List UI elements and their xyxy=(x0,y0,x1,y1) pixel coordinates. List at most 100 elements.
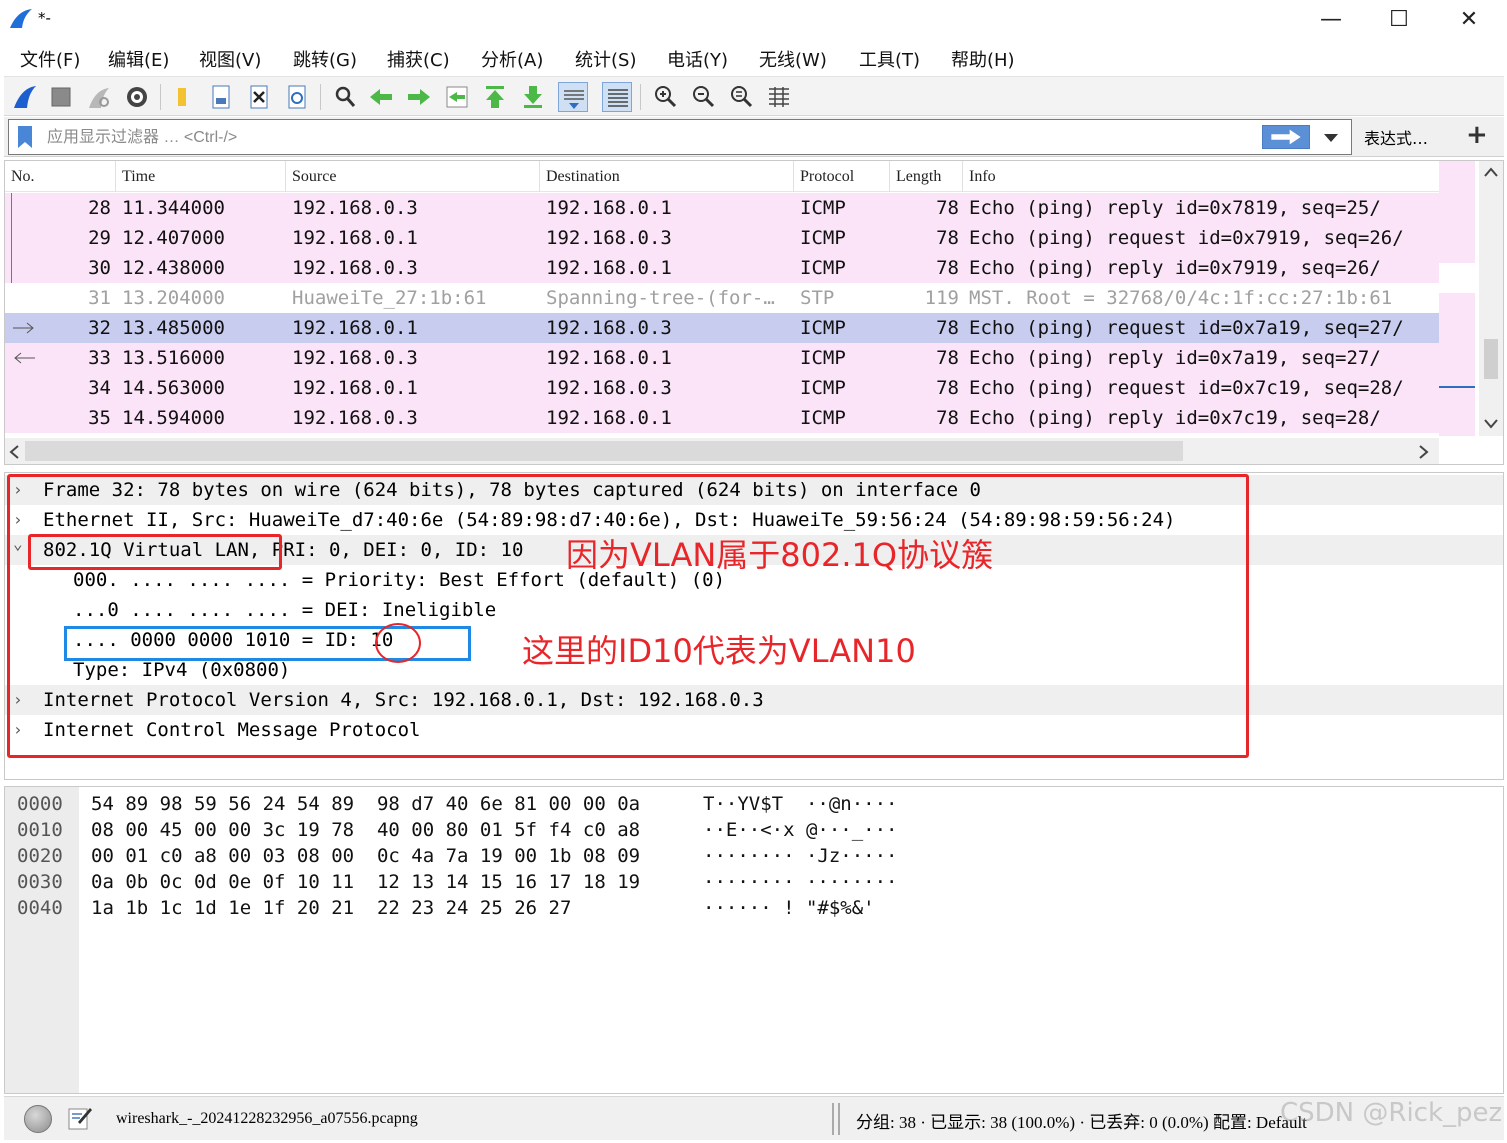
related-packet-line-icon xyxy=(11,283,37,313)
cell-protocol: ICMP xyxy=(800,377,846,399)
byte-hex[interactable]: 54 89 98 59 56 24 54 89 98 d7 40 6e 81 0… xyxy=(91,791,640,817)
menu-wireless[interactable]: 无线(W) xyxy=(759,46,827,72)
status-bar: wireshark_-_20241228232956_a07556.pcapng… xyxy=(4,1096,1504,1140)
cell-protocol: ICMP xyxy=(800,407,846,429)
table-row[interactable]: 35 14.594000 192.168.0.3 192.168.0.1 ICMP 78 E… xyxy=(5,403,1439,433)
stop-square-icon[interactable] xyxy=(46,82,76,112)
reload-file-icon[interactable] xyxy=(282,82,312,112)
expert-info-led-icon[interactable] xyxy=(24,1105,52,1133)
colorize-icon[interactable] xyxy=(602,82,632,112)
cell-source: 192.168.0.1 xyxy=(292,377,418,399)
column-header-source[interactable]: Source xyxy=(292,168,336,186)
autoscroll-icon[interactable] xyxy=(558,82,588,112)
packet-counts: 分组: 38 · 已显示: 38 (100.0%) · 已丢弃: 0 (0.0%… xyxy=(856,1113,1307,1132)
maximize-button[interactable]: ☐ xyxy=(1376,6,1422,36)
go-to-packet-icon[interactable] xyxy=(442,82,472,112)
annotation-vlan-red-box xyxy=(28,534,282,570)
scroll-right-icon[interactable] xyxy=(1419,445,1429,459)
menu-tools[interactable]: 工具(T) xyxy=(859,46,920,72)
column-header-time[interactable]: Time xyxy=(122,168,155,186)
cell-time: 12.407000 xyxy=(122,227,225,249)
vertical-scroll-thumb[interactable] xyxy=(1484,339,1498,379)
scroll-up-icon[interactable] xyxy=(1484,167,1498,177)
zoom-in-icon[interactable] xyxy=(650,82,680,112)
right-arrow-icon xyxy=(1271,129,1301,145)
column-header-protocol[interactable]: Protocol xyxy=(800,168,854,186)
table-row[interactable]: 30 12.438000 192.168.0.3 192.168.0.1 ICMP 78 E… xyxy=(5,253,1439,283)
cell-protocol: ICMP xyxy=(800,257,846,279)
cell-destination: 192.168.0.3 xyxy=(546,227,672,249)
display-filter-input[interactable] xyxy=(47,125,1247,151)
expression-button[interactable]: 表达式… xyxy=(1364,125,1428,149)
packet-list-vertical-scrollbar[interactable] xyxy=(1479,161,1503,436)
chevron-down-icon[interactable] xyxy=(1321,128,1341,148)
add-filter-button[interactable]: + xyxy=(1466,121,1488,149)
byte-hex[interactable]: 00 01 c0 a8 00 03 08 00 0c 4a 7a 19 00 1… xyxy=(91,843,640,869)
cell-no: 35 xyxy=(88,407,111,429)
byte-ascii[interactable]: ········ ········ xyxy=(703,869,897,895)
table-row[interactable]: 28 11.344000 192.168.0.3 192.168.0.1 ICMP 78 E… xyxy=(5,193,1439,223)
close-file-icon[interactable] xyxy=(244,82,274,112)
find-magnifier-icon[interactable] xyxy=(330,82,360,112)
scroll-down-icon[interactable] xyxy=(1484,419,1498,429)
go-last-packet-icon[interactable] xyxy=(518,82,548,112)
related-packet-line-icon xyxy=(11,313,37,343)
packet-list-horizontal-scrollbar[interactable] xyxy=(5,438,1439,464)
menu-edit[interactable]: 编辑(E) xyxy=(108,46,169,72)
go-forward-arrow-icon[interactable] xyxy=(404,82,434,112)
table-row[interactable]: 29 12.407000 192.168.0.1 192.168.0.3 ICMP 78 E… xyxy=(5,223,1439,253)
menu-go[interactable]: 跳转(G) xyxy=(293,46,357,72)
table-row[interactable]: 31 13.204000 HuaweiTe_27:1b:61 Spanning-tre… xyxy=(5,283,1439,313)
byte-ascii[interactable]: T··YV$T ··@n···· xyxy=(703,791,897,817)
zoom-out-icon[interactable] xyxy=(688,82,718,112)
menu-view[interactable]: 视图(V) xyxy=(199,46,261,72)
related-packet-line-icon xyxy=(11,403,37,433)
column-header-no[interactable]: No. xyxy=(11,168,35,186)
minimize-button[interactable]: — xyxy=(1308,6,1354,36)
packet-minimap[interactable] xyxy=(1439,161,1475,436)
cell-no: 28 xyxy=(88,197,111,219)
byte-ascii[interactable]: ··E··<·x @···_··· xyxy=(703,817,897,843)
menu-file[interactable]: 文件(F) xyxy=(20,46,80,72)
go-first-packet-icon[interactable] xyxy=(480,82,510,112)
title-bar: *- — ☐ ✕ xyxy=(0,0,1507,40)
table-row[interactable]: 33 13.516000 192.168.0.3 192.168.0.1 ICMP 78 E… xyxy=(5,343,1439,373)
open-folder-icon[interactable] xyxy=(168,82,198,112)
bookmark-icon[interactable] xyxy=(17,125,33,149)
cell-protocol: STP xyxy=(800,287,835,309)
capture-options-gear-icon[interactable] xyxy=(122,82,152,112)
go-back-arrow-icon[interactable] xyxy=(366,82,396,112)
annotation-id-red-circle xyxy=(375,623,421,663)
column-header-length[interactable]: Length xyxy=(896,168,941,186)
shark-fin-start-icon[interactable] xyxy=(10,82,40,112)
restart-fin-icon[interactable] xyxy=(84,82,114,112)
table-row[interactable]: 32 13.485000 192.168.0.1 192.168.0.3 ICMP 78 E… xyxy=(5,313,1439,343)
byte-hex[interactable]: 1a 1b 1c 1d 1e 1f 20 21 22 23 24 25 26 2… xyxy=(91,895,571,921)
scroll-left-icon[interactable] xyxy=(9,445,19,459)
byte-hex[interactable]: 0a 0b 0c 0d 0e 0f 10 11 12 13 14 15 16 1… xyxy=(91,869,640,895)
cell-no: 32 xyxy=(88,317,111,339)
byte-ascii[interactable]: ········ ·Jz····· xyxy=(703,843,897,869)
menu-help[interactable]: 帮助(H) xyxy=(951,46,1015,72)
apply-filter-button[interactable] xyxy=(1262,125,1310,149)
column-header-destination[interactable]: Destination xyxy=(546,168,620,186)
column-header-info[interactable]: Info xyxy=(969,168,996,186)
table-row[interactable]: 34 14.563000 192.168.0.1 192.168.0.3 ICMP 78 E… xyxy=(5,373,1439,403)
cell-destination: 192.168.0.3 xyxy=(546,317,672,339)
byte-hex[interactable]: 08 00 45 00 00 3c 19 78 40 00 80 01 5f f… xyxy=(91,817,640,843)
horizontal-scroll-thumb[interactable] xyxy=(25,441,1183,461)
close-button[interactable]: ✕ xyxy=(1446,6,1492,36)
byte-ascii[interactable]: ······ ! "#$%&' xyxy=(703,895,875,921)
capture-comment-edit-icon[interactable] xyxy=(66,1104,94,1132)
save-file-icon[interactable] xyxy=(206,82,236,112)
cell-source: HuaweiTe_27:1b:61 xyxy=(292,287,487,309)
menu-capture[interactable]: 捕获(C) xyxy=(387,46,450,72)
wireshark-logo-icon xyxy=(10,9,32,28)
menu-statistics[interactable]: 统计(S) xyxy=(575,46,636,72)
byte-offset: 0010 xyxy=(17,819,63,841)
related-packet-line-icon xyxy=(11,223,37,253)
zoom-normal-icon[interactable] xyxy=(726,82,756,112)
resize-columns-icon[interactable] xyxy=(764,82,794,112)
menu-telephony[interactable]: 电话(Y) xyxy=(667,46,728,72)
menu-analyze[interactable]: 分析(A) xyxy=(481,46,543,72)
